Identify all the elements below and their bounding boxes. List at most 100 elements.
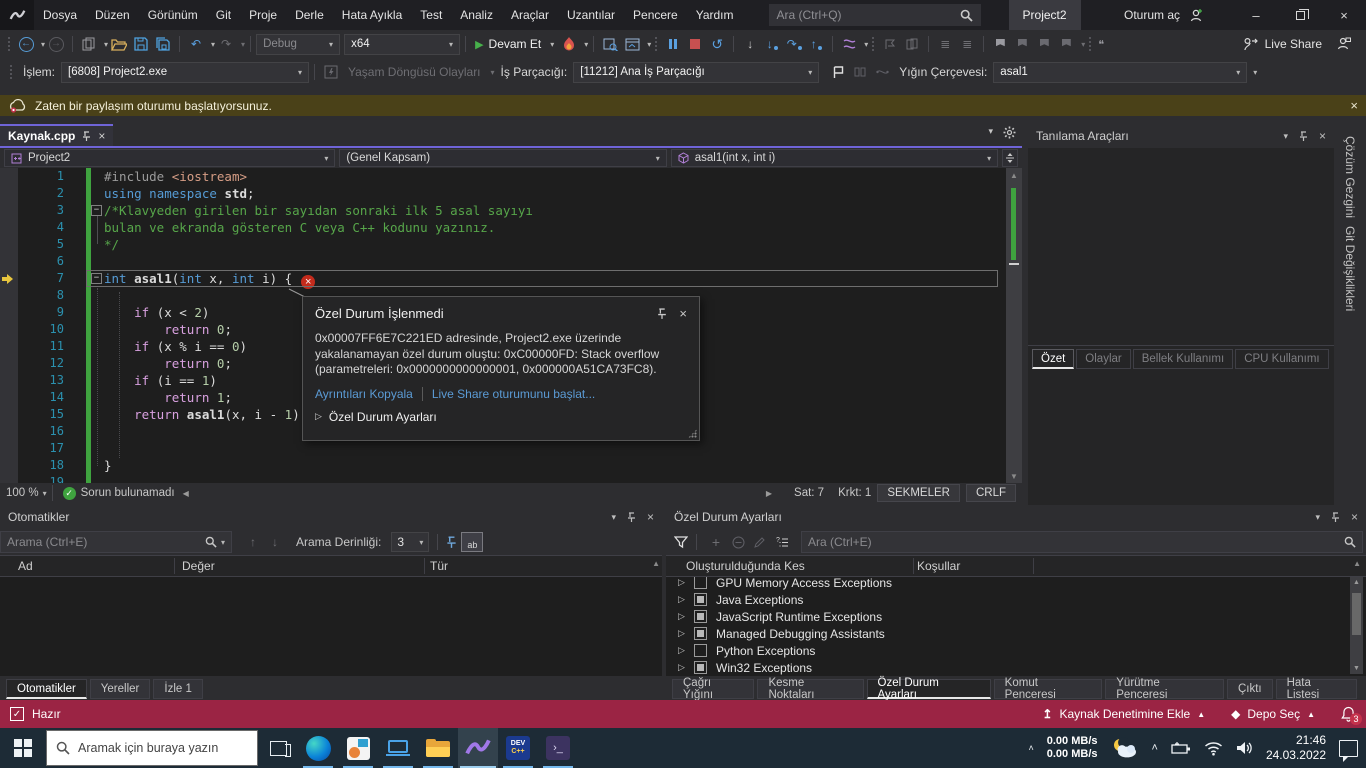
menu-item[interactable]: Görünüm bbox=[139, 0, 207, 30]
bottom-panel-tab[interactable]: İzle 1 bbox=[153, 679, 203, 699]
menu-item[interactable]: Uzantılar bbox=[558, 0, 624, 30]
expand-arrow-icon[interactable]: ▷ bbox=[678, 577, 686, 588]
step-out-button[interactable]: ↑ bbox=[805, 33, 827, 55]
exception-checkbox[interactable] bbox=[694, 610, 707, 623]
scroll-down-arrow[interactable]: ▼ bbox=[1350, 665, 1363, 672]
exception-checkbox[interactable] bbox=[694, 661, 707, 674]
tab-close-icon[interactable]: × bbox=[98, 129, 105, 143]
popup-pin-icon[interactable] bbox=[657, 306, 667, 321]
step-into-button[interactable]: ↓ bbox=[761, 33, 783, 55]
autos-grid-body[interactable] bbox=[0, 577, 662, 676]
menu-item[interactable]: Analiz bbox=[451, 0, 502, 30]
info-bar-close-icon[interactable]: × bbox=[1350, 98, 1358, 113]
filter-icon[interactable] bbox=[674, 535, 688, 549]
zoom-level-dropdown[interactable]: 100 % bbox=[6, 487, 39, 499]
task-view-button[interactable] bbox=[258, 728, 298, 768]
quick-search-input[interactable]: Ara (Ctrl+Q) bbox=[768, 4, 981, 26]
redo-dropdown[interactable]: ▾ bbox=[241, 40, 245, 49]
navigate-forward-button[interactable]: → bbox=[45, 33, 67, 55]
tab-solution-explorer[interactable]: Çözüm Gezgini bbox=[1343, 136, 1357, 218]
background-tasks-icon[interactable]: ✓ bbox=[10, 707, 24, 721]
exception-checkbox[interactable] bbox=[694, 644, 707, 657]
live-share-button[interactable]: Live Share bbox=[1243, 37, 1332, 51]
column-divider[interactable] bbox=[424, 558, 425, 574]
exception-list-scrollbar[interactable]: ▲ ▼ bbox=[1350, 577, 1363, 674]
fold-toggle-icon[interactable]: − bbox=[91, 273, 102, 284]
undo-button[interactable]: ↶ bbox=[185, 33, 207, 55]
battery-icon[interactable] bbox=[1171, 741, 1191, 755]
scroll-left-arrow[interactable]: ◀ bbox=[183, 489, 189, 498]
notifications-button[interactable]: 3 bbox=[1341, 706, 1362, 725]
fold-toggle-icon[interactable]: − bbox=[91, 205, 102, 216]
panel-menu-dropdown[interactable]: ▾ bbox=[1315, 512, 1320, 523]
toolbar-grip[interactable] bbox=[1088, 36, 1094, 52]
diagnostics-tab[interactable]: Özet bbox=[1032, 349, 1075, 369]
show-next-statement-icon[interactable]: ↓ bbox=[739, 33, 761, 55]
code-line[interactable]: 2 using namespace std; bbox=[0, 185, 1006, 202]
exception-settings-expander[interactable]: ▷ Özel Durum Ayarları bbox=[315, 410, 687, 424]
redo-button[interactable]: ↷ bbox=[215, 33, 237, 55]
panel-close-icon[interactable]: × bbox=[1319, 129, 1326, 143]
navigate-back-button[interactable]: ← bbox=[15, 33, 37, 55]
scroll-down-arrow[interactable]: ▼ bbox=[1006, 469, 1022, 483]
active-project-badge[interactable]: Project2 bbox=[1008, 0, 1081, 30]
bottom-panel-tab[interactable]: Hata Listesi bbox=[1275, 677, 1357, 701]
continue-button[interactable]: ▶ Devam Et ▾ bbox=[471, 33, 558, 55]
column-name[interactable]: Ad bbox=[18, 559, 33, 573]
weather-icon[interactable] bbox=[1111, 737, 1139, 759]
add-data-breakpoint-icon[interactable] bbox=[901, 33, 923, 55]
bottom-panel-tab[interactable]: Çağrı Yığını bbox=[672, 677, 755, 701]
menu-item[interactable]: Pencere bbox=[624, 0, 687, 30]
menu-item[interactable]: Test bbox=[411, 0, 451, 30]
toolbar-grip[interactable] bbox=[654, 36, 660, 52]
menu-item[interactable]: Derle bbox=[286, 0, 333, 30]
step-over-button[interactable]: ↷ bbox=[783, 33, 805, 55]
platform-dropdown[interactable]: x64 ▾ bbox=[344, 33, 461, 55]
comment-icon[interactable]: ❝ bbox=[1098, 38, 1104, 51]
exception-checkbox[interactable] bbox=[694, 593, 707, 606]
panel-close-icon[interactable]: × bbox=[647, 510, 654, 524]
breakpoint-prev-icon[interactable] bbox=[879, 33, 901, 55]
expand-arrow-icon[interactable]: ▷ bbox=[678, 645, 686, 656]
bookmark-next-icon[interactable] bbox=[1033, 33, 1055, 55]
freeze-columns-icon[interactable] bbox=[446, 535, 457, 549]
panel-close-icon[interactable]: × bbox=[1351, 510, 1358, 524]
lifecycle-events-button[interactable]: Yaşam Döngüsü Olayları bbox=[348, 65, 481, 79]
nav-project-dropdown[interactable]: Project2 ▾ bbox=[4, 149, 336, 167]
column-type[interactable]: Tür bbox=[430, 559, 448, 573]
column-indicator[interactable]: Krkt: 1 bbox=[838, 487, 871, 499]
show-threads-icon[interactable] bbox=[838, 33, 860, 55]
document-tab-kaynak-cpp[interactable]: Kaynak.cpp × bbox=[0, 124, 114, 146]
bookmark-clear-icon[interactable] bbox=[1055, 33, 1077, 55]
process-dropdown[interactable]: [6808] Project2.exe ▾ bbox=[61, 61, 310, 83]
pin-icon[interactable] bbox=[627, 511, 636, 523]
diagnostics-tab[interactable]: CPU Kullanımı bbox=[1235, 349, 1329, 369]
stop-debug-button[interactable] bbox=[684, 33, 706, 55]
scroll-right-arrow[interactable]: ▶ bbox=[766, 489, 772, 498]
bottom-panel-tab[interactable]: Yereller bbox=[89, 679, 151, 699]
code-line[interactable]: 6 bbox=[0, 253, 1006, 270]
code-line[interactable]: 19 bbox=[0, 474, 1006, 483]
tab-git-changes[interactable]: Git Değişiklikleri bbox=[1343, 226, 1357, 311]
start-liveshare-link[interactable]: Live Share oturumunu başlat... bbox=[432, 387, 595, 401]
menu-item[interactable]: Git bbox=[207, 0, 240, 30]
bottom-panel-tab[interactable]: Otomatikler bbox=[6, 679, 87, 699]
netspeed-caret-icon[interactable]: ˄ bbox=[1028, 743, 1033, 753]
menu-item[interactable]: Araçlar bbox=[502, 0, 558, 30]
taskbar-app-terminal[interactable]: ›_ bbox=[538, 728, 578, 768]
bottom-panel-tab[interactable]: Çıktı bbox=[1226, 679, 1273, 699]
autos-panel-header[interactable]: Otomatikler ▾ × bbox=[0, 505, 662, 529]
debugbar-overflow-dropdown[interactable]: ▾ bbox=[1253, 68, 1257, 77]
lifecycle-dropdown[interactable]: ▾ bbox=[491, 68, 495, 77]
exception-category-row[interactable]: ▷ Java Exceptions bbox=[666, 591, 1366, 608]
window-home-icon[interactable] bbox=[621, 33, 643, 55]
toolbar-grip[interactable] bbox=[7, 36, 12, 52]
pin-icon[interactable] bbox=[1331, 511, 1340, 523]
menu-item[interactable]: Dosya bbox=[34, 0, 86, 30]
popup-close-icon[interactable]: × bbox=[679, 306, 687, 321]
code-health-label[interactable]: Sorun bulunamadı bbox=[81, 487, 175, 499]
restart-button[interactable]: ↺ bbox=[706, 33, 728, 55]
bookmark-dropdown[interactable]: ▾ bbox=[1081, 40, 1085, 49]
gear-icon[interactable] bbox=[1003, 126, 1016, 139]
bottom-panel-tab[interactable]: Kesme Noktaları bbox=[757, 677, 864, 701]
